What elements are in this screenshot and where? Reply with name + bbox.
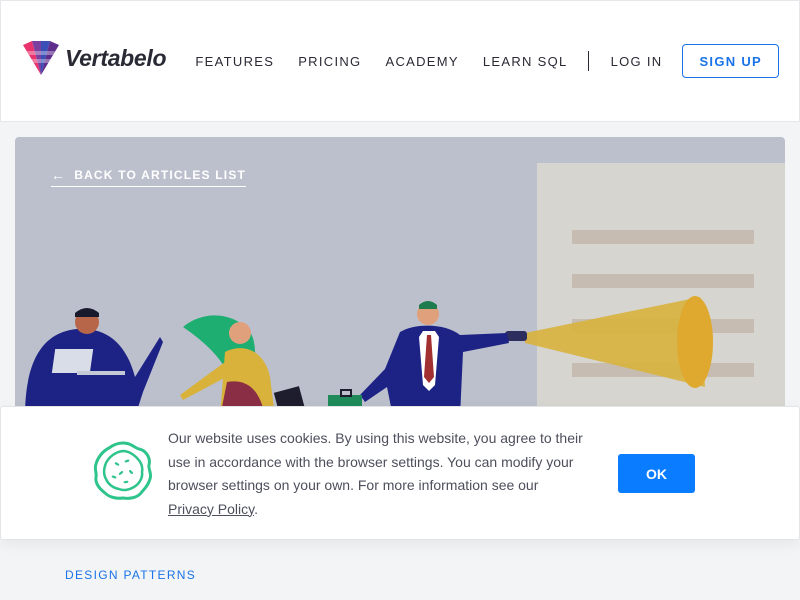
site-header: Vertabelo FEATURES PRICING ACADEMY LEARN… bbox=[0, 0, 800, 122]
back-to-articles-link[interactable]: ← BACK TO ARTICLES LIST bbox=[51, 167, 247, 187]
article-category-link[interactable]: DESIGN PATTERNS bbox=[65, 568, 196, 582]
article-hero: ← BACK TO ARTICLES LIST bbox=[15, 137, 785, 417]
vertabelo-logo-icon bbox=[23, 41, 59, 75]
cookie-ok-button[interactable]: OK bbox=[618, 454, 695, 493]
arrow-left-icon: ← bbox=[51, 167, 67, 183]
vertabelo-logo[interactable]: Vertabelo bbox=[23, 41, 167, 75]
brand-name: Vertabelo bbox=[65, 44, 167, 71]
login-link[interactable]: LOG IN bbox=[611, 54, 663, 69]
nav-academy[interactable]: ACADEMY bbox=[385, 54, 458, 69]
cookie-banner: Our website uses cookies. By using this … bbox=[0, 406, 800, 540]
nav-learn-sql[interactable]: LEARN SQL bbox=[483, 54, 568, 69]
signup-button[interactable]: SIGN UP bbox=[682, 44, 779, 78]
back-link-label: BACK TO ARTICLES LIST bbox=[74, 168, 247, 182]
cookie-message: Our website uses cookies. By using this … bbox=[168, 427, 588, 521]
cookie-message-suffix: . bbox=[254, 500, 258, 517]
nav-divider bbox=[587, 51, 589, 71]
cookie-message-text: Our website uses cookies. By using this … bbox=[168, 430, 583, 493]
nav-pricing[interactable]: PRICING bbox=[298, 54, 361, 69]
cookie-icon bbox=[93, 441, 153, 500]
privacy-policy-link[interactable]: Privacy Policy bbox=[168, 501, 254, 517]
nav-features[interactable]: FEATURES bbox=[195, 54, 274, 69]
main-nav: FEATURES PRICING ACADEMY LEARN SQL LOG I… bbox=[195, 44, 779, 78]
